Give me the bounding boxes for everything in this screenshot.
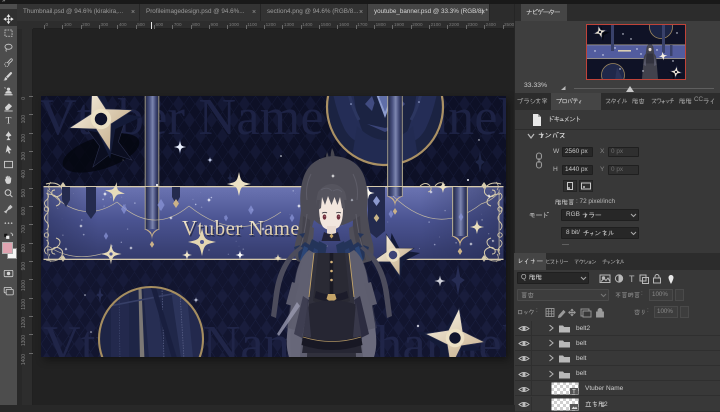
svg-text:T: T xyxy=(572,390,576,395)
svg-text:T: T xyxy=(629,274,635,284)
svg-text:T: T xyxy=(6,117,12,127)
